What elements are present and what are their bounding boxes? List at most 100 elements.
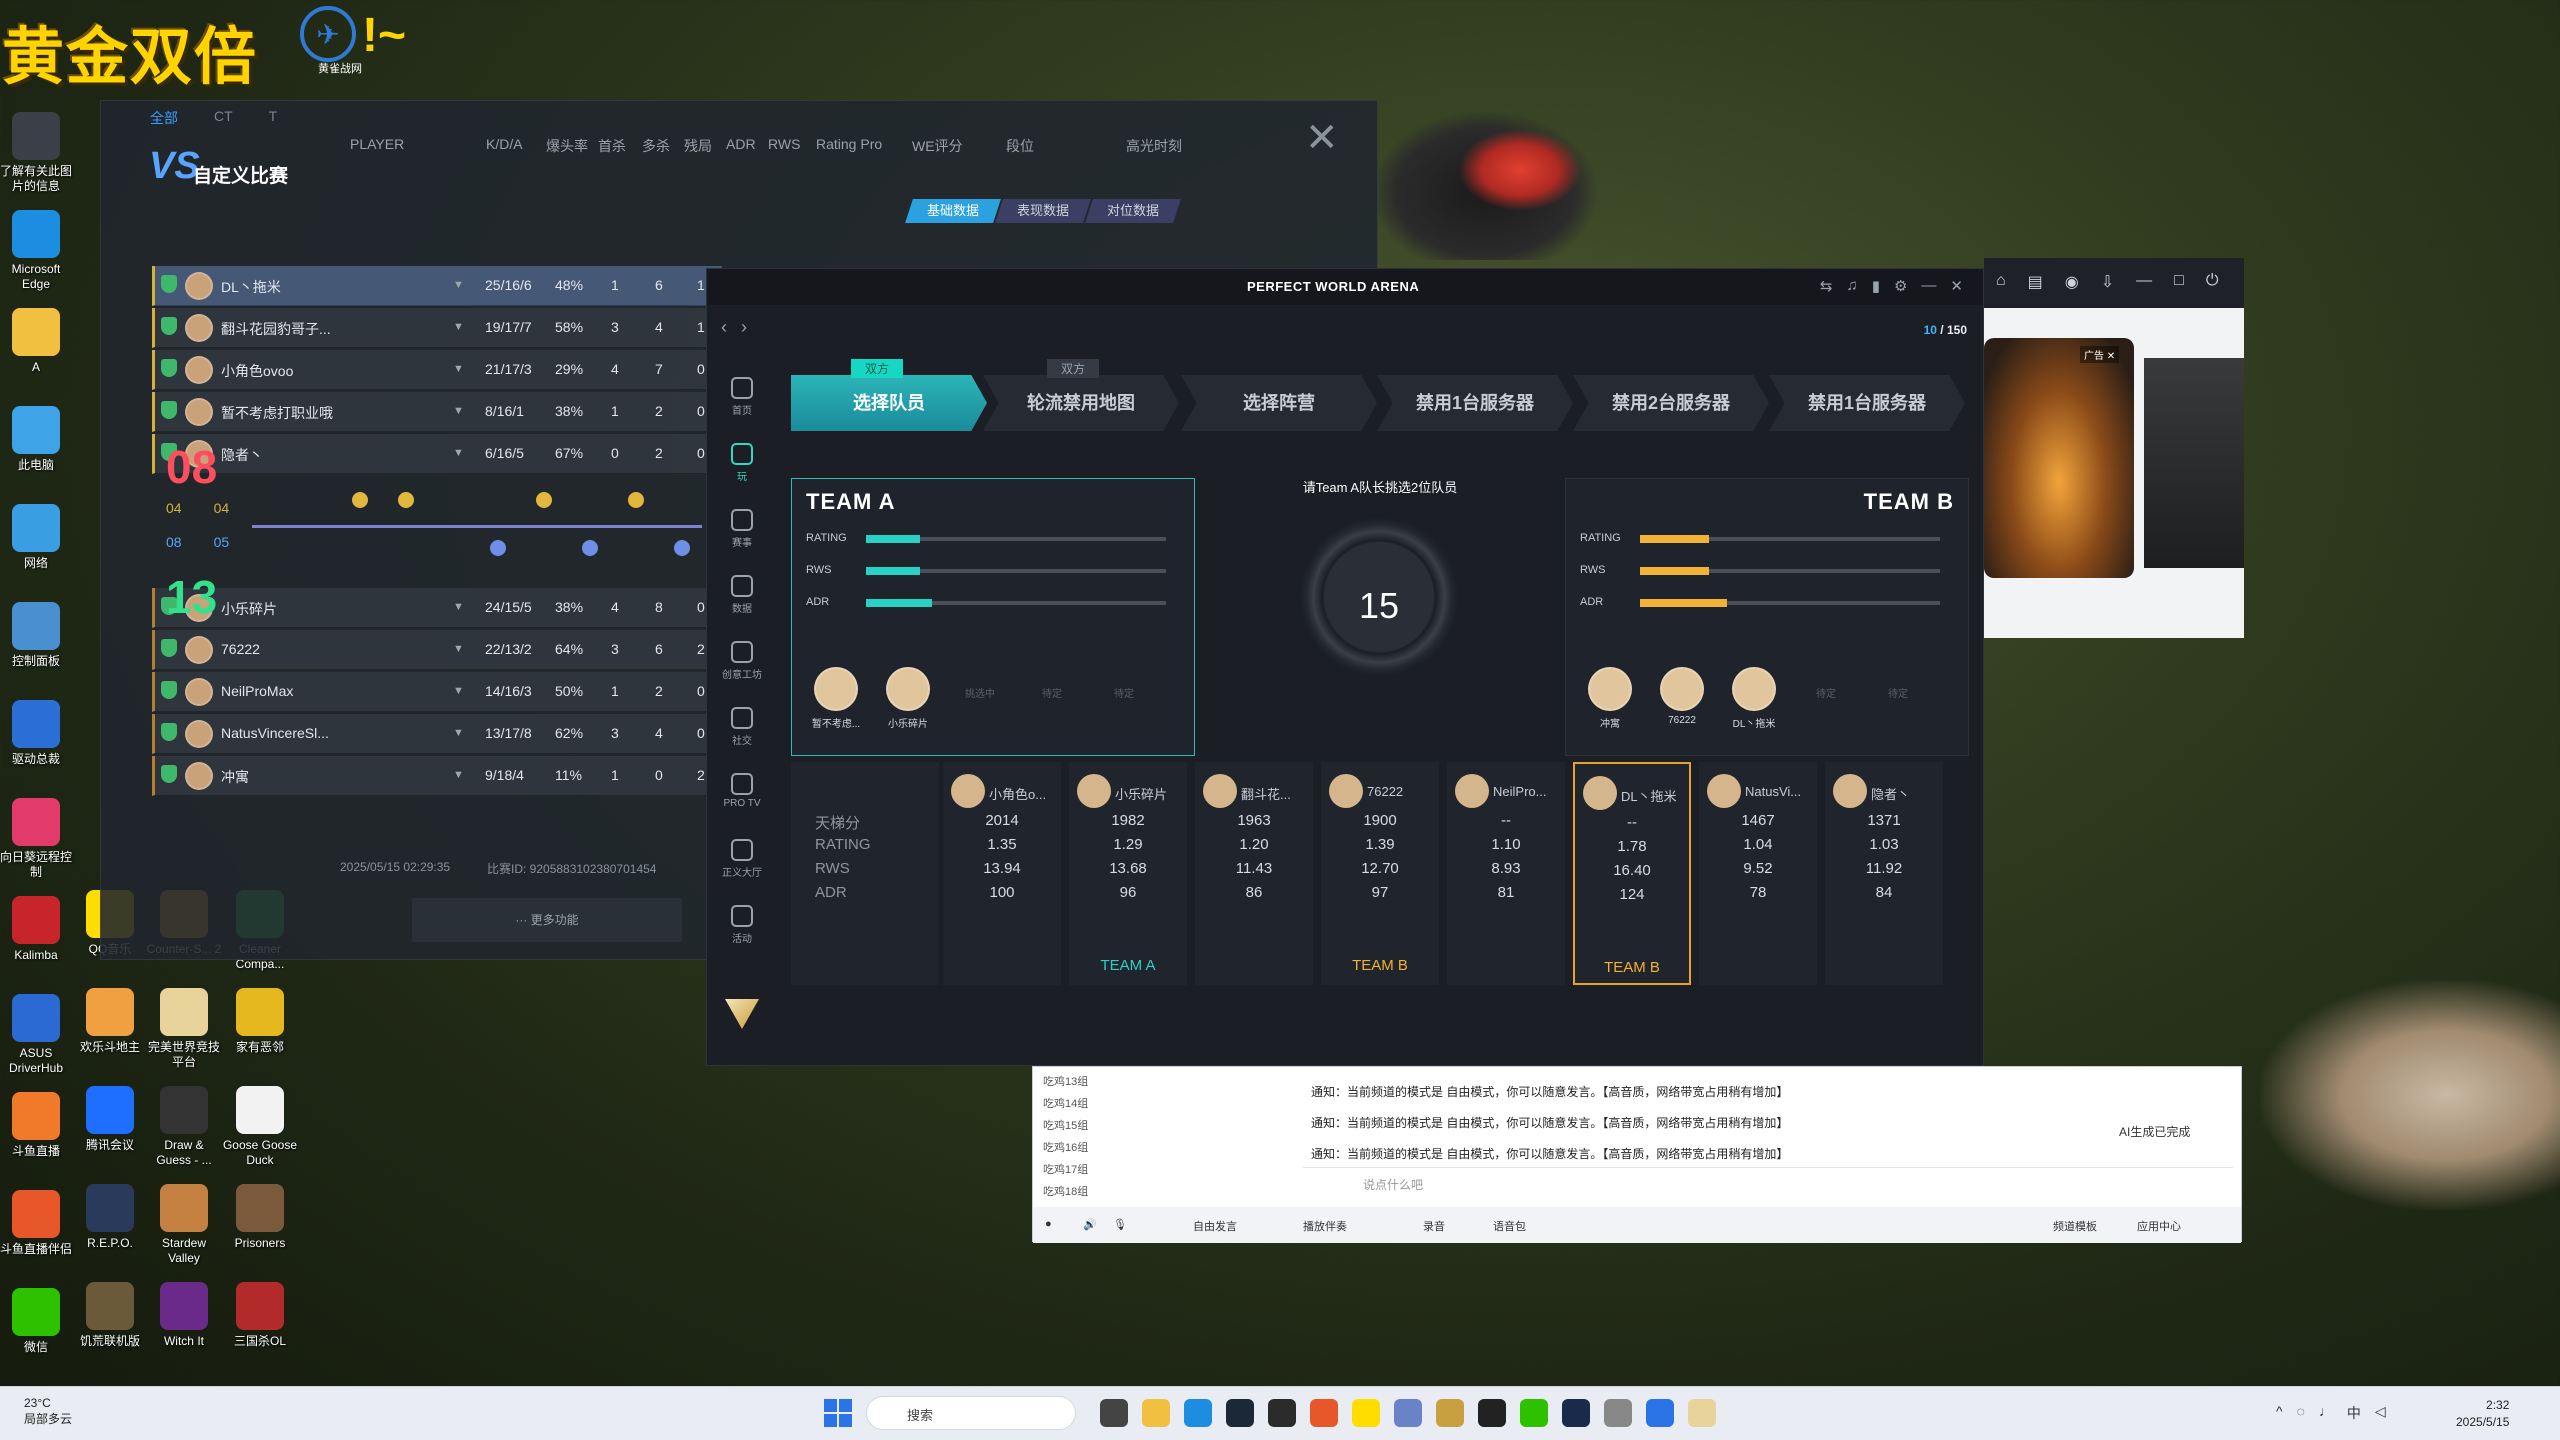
- app-icon[interactable]: [1478, 1399, 1506, 1427]
- scoreboard-player-row[interactable]: 小角色ovoo ▼ 21/17/3 29% 4 7 0: [152, 350, 722, 390]
- record-button[interactable]: 录音: [1423, 1218, 1445, 1234]
- desktop-shortcut[interactable]: 欢乐斗地主: [72, 988, 148, 1055]
- scoreboard-player-row[interactable]: 76222 ▼ 22/13/2 64% 3 6 2: [152, 630, 722, 670]
- free-speech-button[interactable]: 自由发言: [1193, 1218, 1237, 1234]
- wechat-icon[interactable]: [1520, 1399, 1548, 1427]
- weather-widget[interactable]: 23°C 局部多云: [24, 1395, 72, 1427]
- mic-icon[interactable]: 🎙: [1113, 1218, 1127, 1231]
- play-music-button[interactable]: 播放伴奏: [1303, 1218, 1347, 1234]
- swap-icon[interactable]: ⇆: [1820, 277, 1833, 295]
- desktop-shortcut[interactable]: R.E.P.O.: [72, 1184, 148, 1251]
- douyu-icon[interactable]: [1310, 1399, 1338, 1427]
- power-icon[interactable]: ⏻: [2206, 272, 2219, 292]
- desktop-shortcut[interactable]: Stardew Valley: [146, 1184, 222, 1266]
- scoreboard-player-row[interactable]: 翻斗花园豹哥子... ▼ 19/17/7 58% 3 4 1: [152, 308, 722, 348]
- player-card[interactable]: 翻斗花... 1963 1.20 11.43 86: [1195, 762, 1313, 985]
- filter-t[interactable]: T: [269, 108, 278, 128]
- player-card[interactable]: 小角色o... 2014 1.35 13.94 100: [943, 762, 1061, 985]
- chevron-down-icon[interactable]: ▼: [453, 405, 464, 417]
- desktop-shortcut[interactable]: Draw & Guess - ...: [146, 1086, 222, 1168]
- channel-item[interactable]: 吃鸡16组: [1043, 1137, 1088, 1159]
- desktop-shortcut[interactable]: 此电脑: [0, 406, 74, 473]
- tab-basic-data[interactable]: 基础数据: [905, 199, 1001, 223]
- desktop-shortcut[interactable]: 驱动总裁: [0, 700, 74, 767]
- sidebar-item[interactable]: 玩: [707, 443, 777, 483]
- desktop-shortcut[interactable]: Witch It: [146, 1282, 222, 1349]
- home-icon[interactable]: ⌂: [1996, 272, 2006, 292]
- desktop-shortcut[interactable]: Microsoft Edge: [0, 210, 74, 292]
- pwa-icon[interactable]: [1688, 1399, 1716, 1427]
- forward-icon[interactable]: ›: [741, 317, 747, 338]
- chevron-down-icon[interactable]: ▼: [453, 447, 464, 459]
- desktop-shortcut[interactable]: 网络: [0, 504, 74, 571]
- desktop-shortcut[interactable]: Goose Goose Duck: [222, 1086, 298, 1168]
- sidebar-item[interactable]: 赛事: [707, 509, 777, 549]
- minimize-icon[interactable]: —: [2136, 272, 2152, 292]
- clock[interactable]: 2:32 2025/5/15: [2456, 1397, 2509, 1431]
- ai-status[interactable]: AI生成已完成: [2119, 1123, 2190, 1140]
- tab-performance-data[interactable]: 表现数据: [995, 199, 1091, 223]
- desktop-shortcut[interactable]: 控制面板: [0, 602, 74, 669]
- ad-tag[interactable]: 广告 ✕: [2080, 346, 2120, 363]
- scoreboard-player-row[interactable]: 暂不考虑打职业哦 ▼ 8/16/1 38% 1 2 0: [152, 392, 722, 432]
- desktop-shortcut[interactable]: 斗鱼直播伴侣: [0, 1190, 74, 1257]
- desktop-shortcut[interactable]: 完美世界竞技平台: [146, 988, 222, 1070]
- chevron-down-icon[interactable]: ▼: [453, 643, 464, 655]
- channel-template-button[interactable]: 频道模板: [2053, 1218, 2097, 1234]
- scoreboard-player-row[interactable]: NeilProMax ▼ 14/16/3 50% 1 2 0: [152, 672, 722, 712]
- sidebar-item[interactable]: 社交: [707, 707, 777, 747]
- app-icon[interactable]: [1646, 1399, 1674, 1427]
- desktop-shortcut[interactable]: 饥荒联机版: [72, 1282, 148, 1349]
- app-icon[interactable]: [1394, 1399, 1422, 1427]
- taskbar-search[interactable]: 搜索: [866, 1396, 1076, 1430]
- scoreboard-player-row[interactable]: 小乐碎片 ▼ 24/15/5 38% 4 8 0: [152, 588, 722, 628]
- signal-icon[interactable]: ▮: [1872, 277, 1880, 295]
- player-card[interactable]: NatusVi... 1467 1.04 9.52 78: [1699, 762, 1817, 985]
- download-icon[interactable]: ⇩: [2101, 272, 2114, 292]
- ime-indicator[interactable]: 中: [2347, 1403, 2361, 1423]
- avatar[interactable]: ●: [1045, 1218, 1052, 1230]
- gamepad-icon[interactable]: ◉: [2065, 272, 2079, 292]
- volume-icon[interactable]: ◁: [2375, 1403, 2386, 1423]
- scoreboard-player-row[interactable]: DL丶拖米 ▼ 25/16/6 48% 1 6 1: [152, 266, 722, 306]
- sidebar-item[interactable]: 首页: [707, 377, 777, 417]
- chevron-down-icon[interactable]: ▼: [453, 321, 464, 333]
- chevron-down-icon[interactable]: ▼: [453, 685, 464, 697]
- speaker-icon[interactable]: 🔊: [1083, 1218, 1097, 1231]
- scoreboard-player-row[interactable]: 冲寓 ▼ 9/18/4 11% 1 0 2: [152, 756, 722, 796]
- settings-icon[interactable]: ⚙: [1894, 277, 1907, 295]
- desktop-shortcut[interactable]: 腾讯会议: [72, 1086, 148, 1153]
- sidebar-item[interactable]: 活动: [707, 905, 777, 945]
- close-icon[interactable]: ✕: [1305, 115, 1339, 161]
- more-functions-button[interactable]: ··· 更多功能: [412, 898, 682, 942]
- list-icon[interactable]: ▤: [2028, 272, 2043, 292]
- scoreboard-player-row[interactable]: 隐者丶 ▼ 6/16/5 67% 0 2 0: [152, 434, 722, 474]
- player-card[interactable]: NeilPro... -- 1.10 8.93 81: [1447, 762, 1565, 985]
- channel-item[interactable]: 吃鸡17组: [1043, 1159, 1088, 1181]
- player-card[interactable]: DL丶拖米 -- 1.78 16.40 124 TEAM B: [1573, 762, 1691, 985]
- scoreboard-player-row[interactable]: NatusVincereSl... ▼ 13/17/8 62% 3 4 0: [152, 714, 722, 754]
- desktop-shortcut[interactable]: ASUS DriverHub: [0, 994, 74, 1076]
- desktop-shortcut[interactable]: 家有恶邻: [222, 988, 298, 1055]
- desktop-shortcut[interactable]: 微信: [0, 1288, 74, 1355]
- channel-item[interactable]: 吃鸡18组: [1043, 1181, 1088, 1203]
- steam-icon[interactable]: [1226, 1399, 1254, 1427]
- game-ad-image-2[interactable]: [2144, 358, 2244, 568]
- channel-item[interactable]: 吃鸡15组: [1043, 1115, 1088, 1137]
- chevron-up-icon[interactable]: ^: [2276, 1403, 2283, 1423]
- chat-input[interactable]: 说点什么吧: [1303, 1167, 2233, 1199]
- bell-icon[interactable]: ♫: [1846, 277, 1857, 295]
- game-ad-image[interactable]: [1984, 338, 2134, 578]
- tab-matchup-data[interactable]: 对位数据: [1085, 199, 1181, 223]
- back-icon[interactable]: ‹: [721, 317, 727, 338]
- network-icon[interactable]: ◌: [2297, 1403, 2305, 1423]
- maximize-icon[interactable]: □: [2174, 272, 2184, 292]
- close-icon[interactable]: ✕: [1950, 277, 1963, 295]
- sidebar-item[interactable]: PRO TV: [707, 773, 777, 809]
- player-card[interactable]: 小乐碎片 1982 1.29 13.68 96 TEAM A: [1069, 762, 1187, 985]
- player-card[interactable]: 76222 1900 1.39 12.70 97 TEAM B: [1321, 762, 1439, 985]
- channel-item[interactable]: 吃鸡14组: [1043, 1093, 1088, 1115]
- chevron-down-icon[interactable]: ▼: [453, 601, 464, 613]
- filter-ct[interactable]: CT: [214, 108, 233, 128]
- desktop-shortcut[interactable]: 了解有关此图片的信息: [0, 112, 74, 194]
